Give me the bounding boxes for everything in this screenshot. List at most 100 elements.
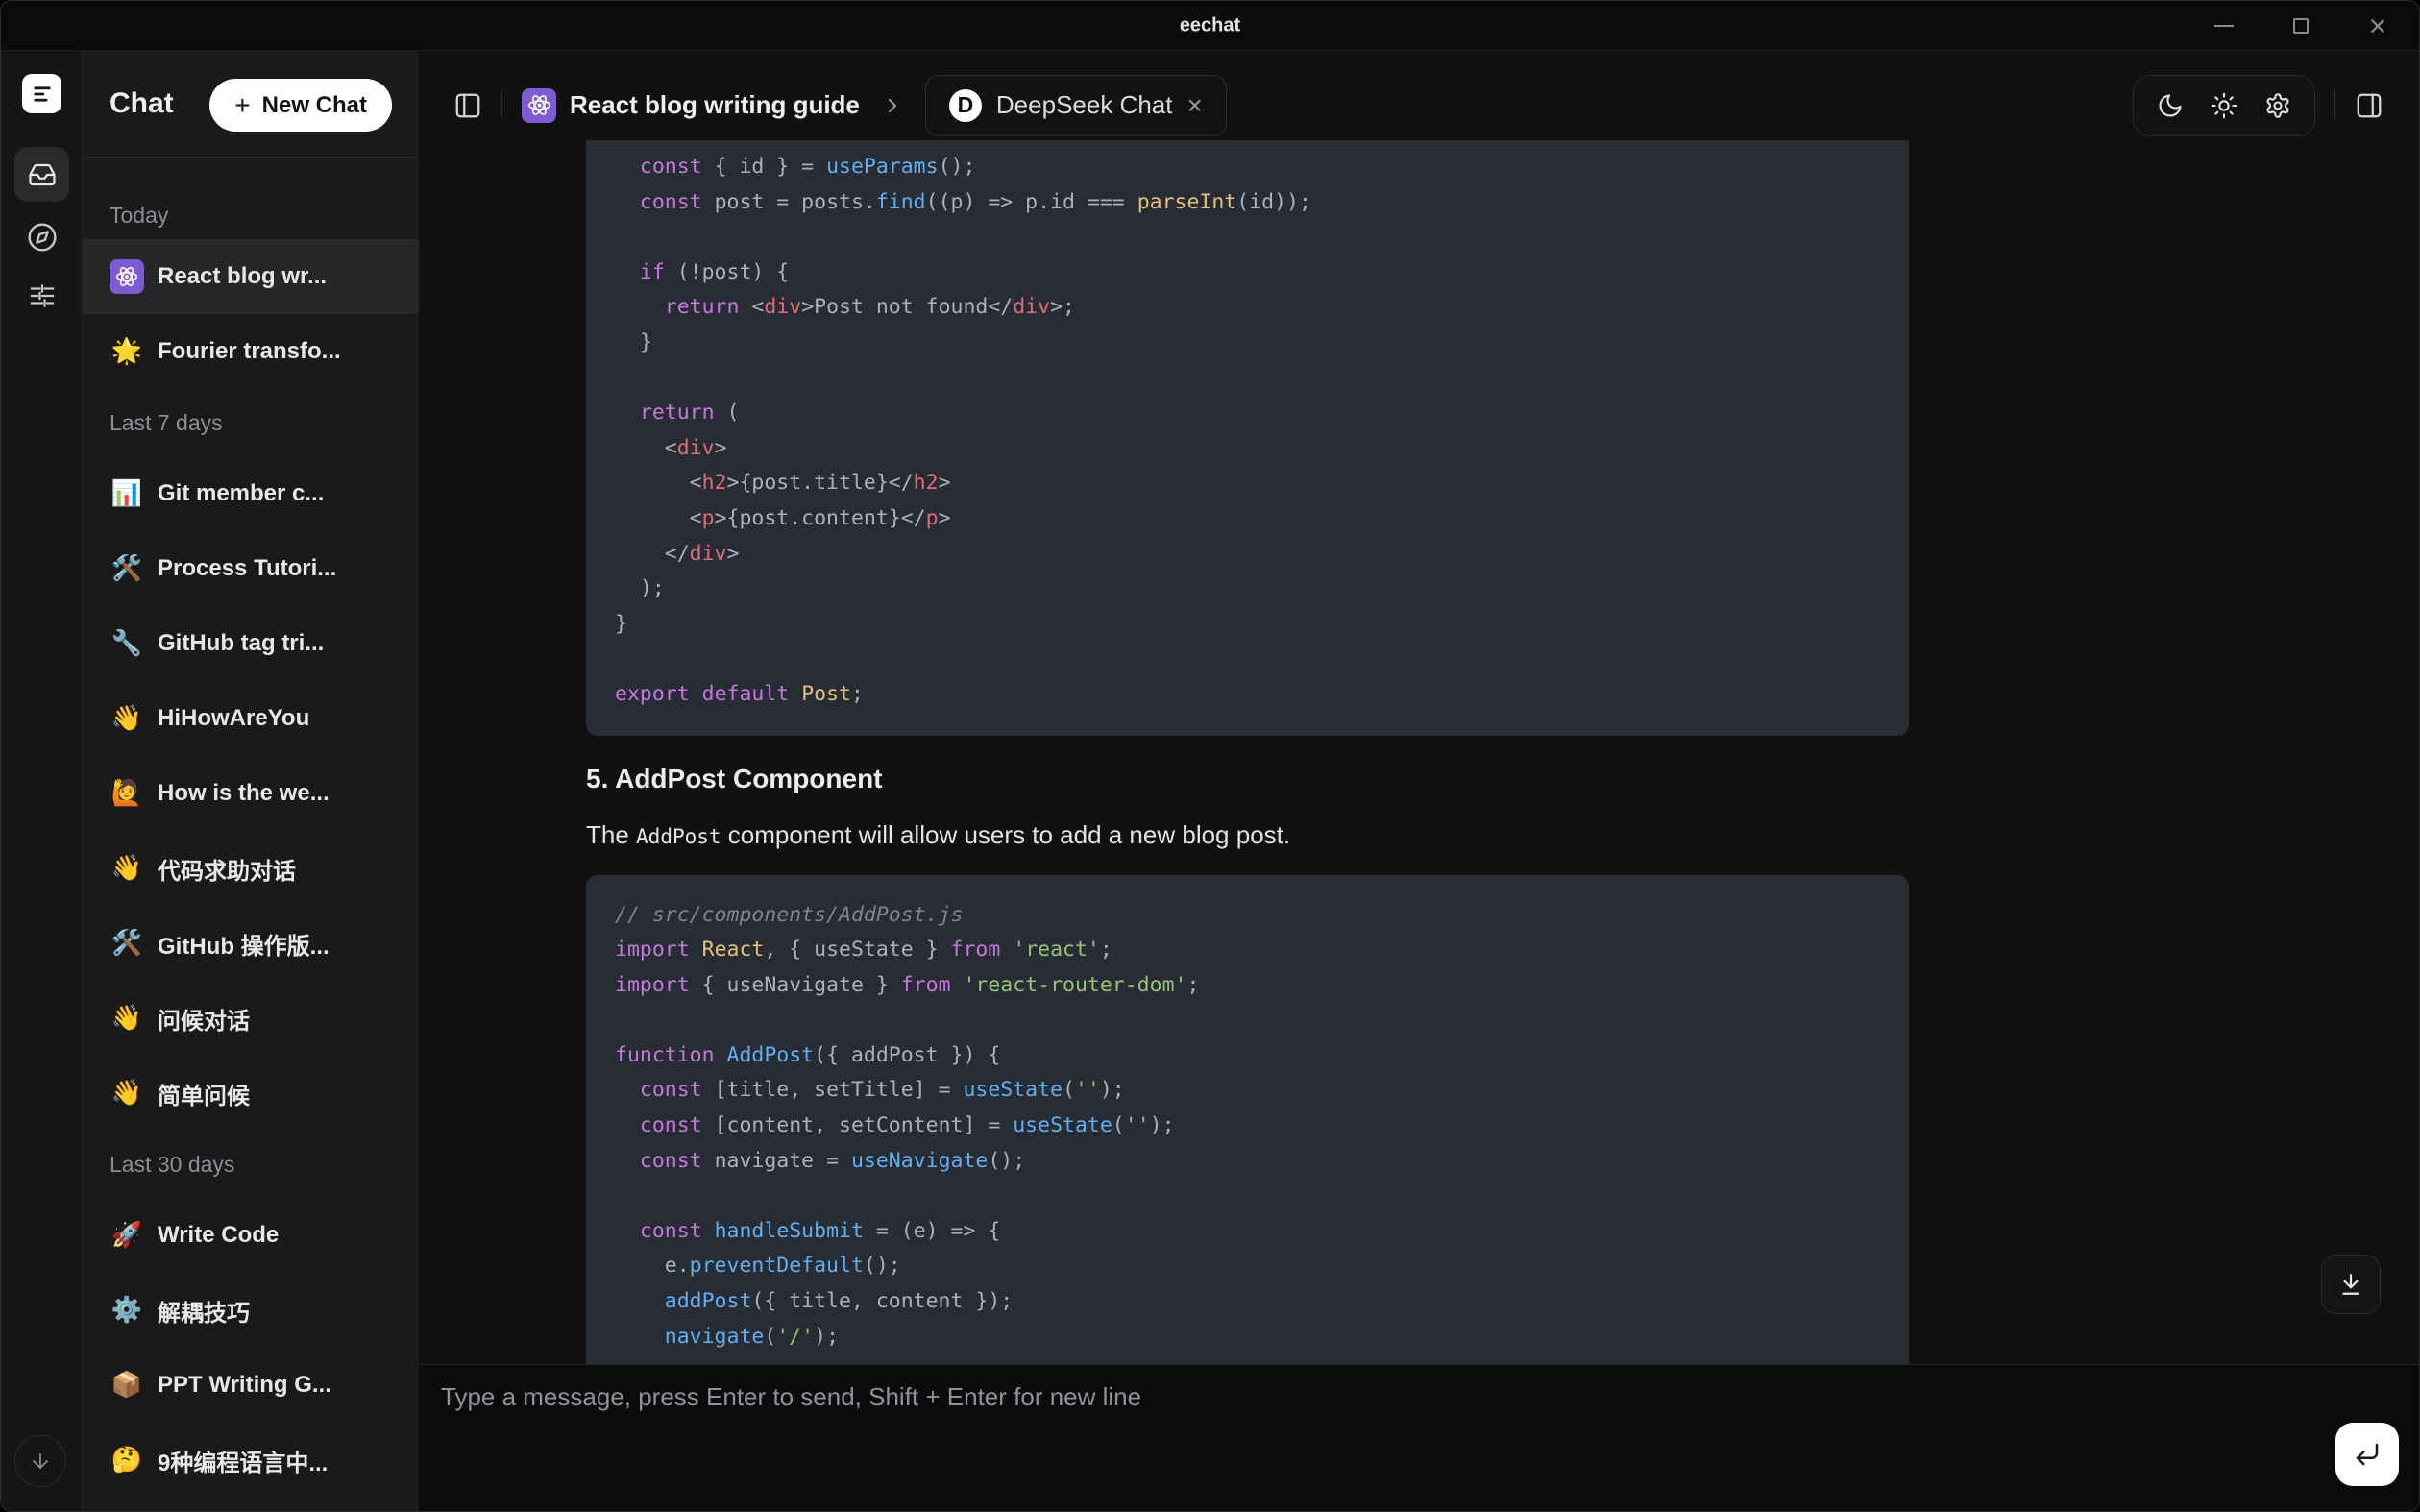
sidebar-item[interactable]: 📦 PPT Writing G...: [83, 1348, 419, 1423]
scroll-to-bottom-button[interactable]: [2321, 1255, 2381, 1314]
thinking-face-icon: 🤔: [110, 1446, 144, 1475]
code-line: <div>: [615, 431, 1880, 467]
sidebar-section-label: Last 7 days: [83, 389, 419, 456]
light-theme-button[interactable]: [2211, 92, 2237, 119]
code-line: // src/components/AddPost.js: [615, 898, 1880, 934]
header-right-divider: [2334, 90, 2335, 121]
header-divider: [501, 90, 502, 121]
header-right-actions: [2133, 75, 2383, 136]
sidebar-item[interactable]: ⚙️解耦技巧: [83, 1273, 419, 1348]
deepseek-logo: D: [949, 89, 982, 122]
system-theme-button[interactable]: [2264, 92, 2291, 119]
tab-close-icon[interactable]: ×: [1186, 92, 1202, 119]
sidebar-item[interactable]: 👋HiHowAreYou: [83, 681, 419, 756]
breadcrumb-chat-title[interactable]: React blog writing guide: [570, 90, 860, 120]
sidebar-item[interactable]: 👋简单问候: [83, 1056, 419, 1131]
waving-hand-icon: 👋: [110, 854, 144, 883]
model-tab-deepseek[interactable]: D DeepSeek Chat ×: [925, 75, 1227, 136]
discover-nav-button[interactable]: [1, 222, 83, 253]
waving-hand-icon: 👋: [110, 1004, 144, 1033]
sidebar-item[interactable]: 🌟Fourier transfo...: [83, 314, 419, 389]
sidebar-item[interactable]: 👋 代码求助对话: [83, 831, 419, 906]
hammer-and-wrench-icon: 🛠️: [110, 929, 144, 958]
code-line: const [content, setContent] = useState('…: [615, 1109, 1880, 1144]
code-line: e.preventDefault();: [615, 1249, 1880, 1284]
code-line: const { id } = useParams();: [615, 150, 1880, 185]
code-line: if (!post) {: [615, 256, 1880, 291]
sidebar-item-label: PPT Writing G...: [158, 1372, 331, 1399]
settings-nav-button[interactable]: [1, 281, 83, 310]
hammer-and-wrench-icon: 🛠️: [110, 554, 144, 583]
sidebar-item[interactable]: 🔧 GitHub tag tri...: [83, 606, 419, 681]
sidebar-item-label: Process Tutori...: [158, 555, 336, 582]
app-logo[interactable]: [22, 74, 61, 113]
code-line: }: [615, 607, 1880, 643]
chats-nav-button[interactable]: [14, 147, 69, 202]
panel-left-icon: [453, 91, 482, 120]
code-line: [615, 1003, 1880, 1038]
new-chat-label: New Chat: [262, 92, 367, 119]
message-input[interactable]: Type a message, press Enter to send, Shi…: [441, 1380, 2313, 1413]
arrow-down-to-line-icon: [2338, 1272, 2363, 1297]
sidebar-item[interactable]: 🛠️ Process Tutori...: [83, 531, 419, 606]
code-line: <h2>{post.title}</h2>: [615, 466, 1880, 501]
compass-icon: [27, 222, 58, 253]
sidebar-item-label: GitHub tag tri...: [158, 630, 324, 657]
titlebar: eechat ×: [1, 1, 2419, 51]
sidebar-item[interactable]: 🛠️GitHub 操作版...: [83, 906, 419, 981]
code-line: <p>{post.content}</p>: [615, 501, 1880, 537]
code-line: );: [615, 572, 1880, 607]
code-line: const navigate = useNavigate();: [615, 1144, 1880, 1180]
inbox-icon: [28, 160, 57, 189]
panel-right-icon: [2355, 91, 2383, 120]
code-line: const post = posts.find((p) => p.id === …: [615, 185, 1880, 221]
sidebar-item[interactable]: 📊Git member c...: [83, 456, 419, 531]
sidebar-item-label: 9种编程语言中...: [158, 1444, 328, 1477]
section-heading: 5. AddPost Component: [586, 763, 2419, 795]
code-line: [615, 1179, 1880, 1214]
close-icon: ×: [2369, 14, 2387, 37]
package-icon: 📦: [110, 1371, 144, 1400]
sidebar-item[interactable]: 🚀Write Code: [83, 1198, 419, 1273]
sidebar-item-label: How is the we...: [158, 780, 330, 807]
rocket-icon: 🚀: [110, 1221, 144, 1250]
code-line: navigate('/');: [615, 1320, 1880, 1355]
message-paragraph: The AddPost component will allow users t…: [586, 818, 2419, 853]
code-line: export default Post;: [615, 677, 1880, 713]
sidebar-section-label: Today: [83, 191, 419, 239]
sliders-icon: [28, 281, 57, 310]
moon-icon: [2157, 92, 2184, 119]
code-line: const handleSubmit = (e) => {: [615, 1214, 1880, 1250]
dark-theme-button[interactable]: [2157, 92, 2184, 119]
code-line: }: [615, 326, 1880, 361]
code-line: import React, { useState } from 'react';: [615, 933, 1880, 968]
code-line: function AddPost({ addPost }) {: [615, 1038, 1880, 1074]
sidebar-item-label: 问候对话: [158, 1002, 250, 1036]
atom-icon: [110, 259, 144, 294]
waving-hand-icon: 👋: [110, 1079, 144, 1108]
sidebar: Chat + New Chat TodayReact blog wr...🌟Fo…: [83, 51, 419, 1511]
toggle-sidebar-button[interactable]: [453, 91, 482, 120]
enter-icon: [2353, 1440, 2382, 1469]
close-button[interactable]: ×: [2366, 14, 2389, 37]
paragraph-text: The: [586, 820, 636, 849]
react-atom-icon: [522, 88, 556, 123]
send-button[interactable]: [2335, 1423, 2399, 1486]
sidebar-item[interactable]: 🤔 9种编程语言中...: [83, 1423, 419, 1498]
new-chat-button[interactable]: + New Chat: [209, 79, 392, 132]
wrench-icon: 🔧: [110, 629, 144, 658]
toggle-right-panel-button[interactable]: [2355, 91, 2383, 120]
sidebar-item[interactable]: 👋 问候对话: [83, 981, 419, 1056]
glowing-star-icon: 🌟: [110, 337, 144, 366]
sidebar-section-label: Last 30 days: [83, 1131, 419, 1198]
plus-icon: +: [234, 92, 250, 119]
sidebar-item[interactable]: 🙋How is the we...: [83, 756, 419, 831]
sidebar-item-label: 代码求助对话: [158, 852, 296, 886]
minimize-button[interactable]: [2212, 14, 2236, 37]
maximize-icon: [2293, 18, 2309, 34]
maximize-button[interactable]: [2289, 14, 2312, 37]
sidebar-item[interactable]: React blog wr...: [83, 239, 419, 314]
gear-icon: [2264, 92, 2291, 119]
rail-scroll-down-button[interactable]: [14, 1435, 66, 1487]
code-block-addpost-component: // src/components/AddPost.jsimport React…: [586, 875, 1909, 1365]
